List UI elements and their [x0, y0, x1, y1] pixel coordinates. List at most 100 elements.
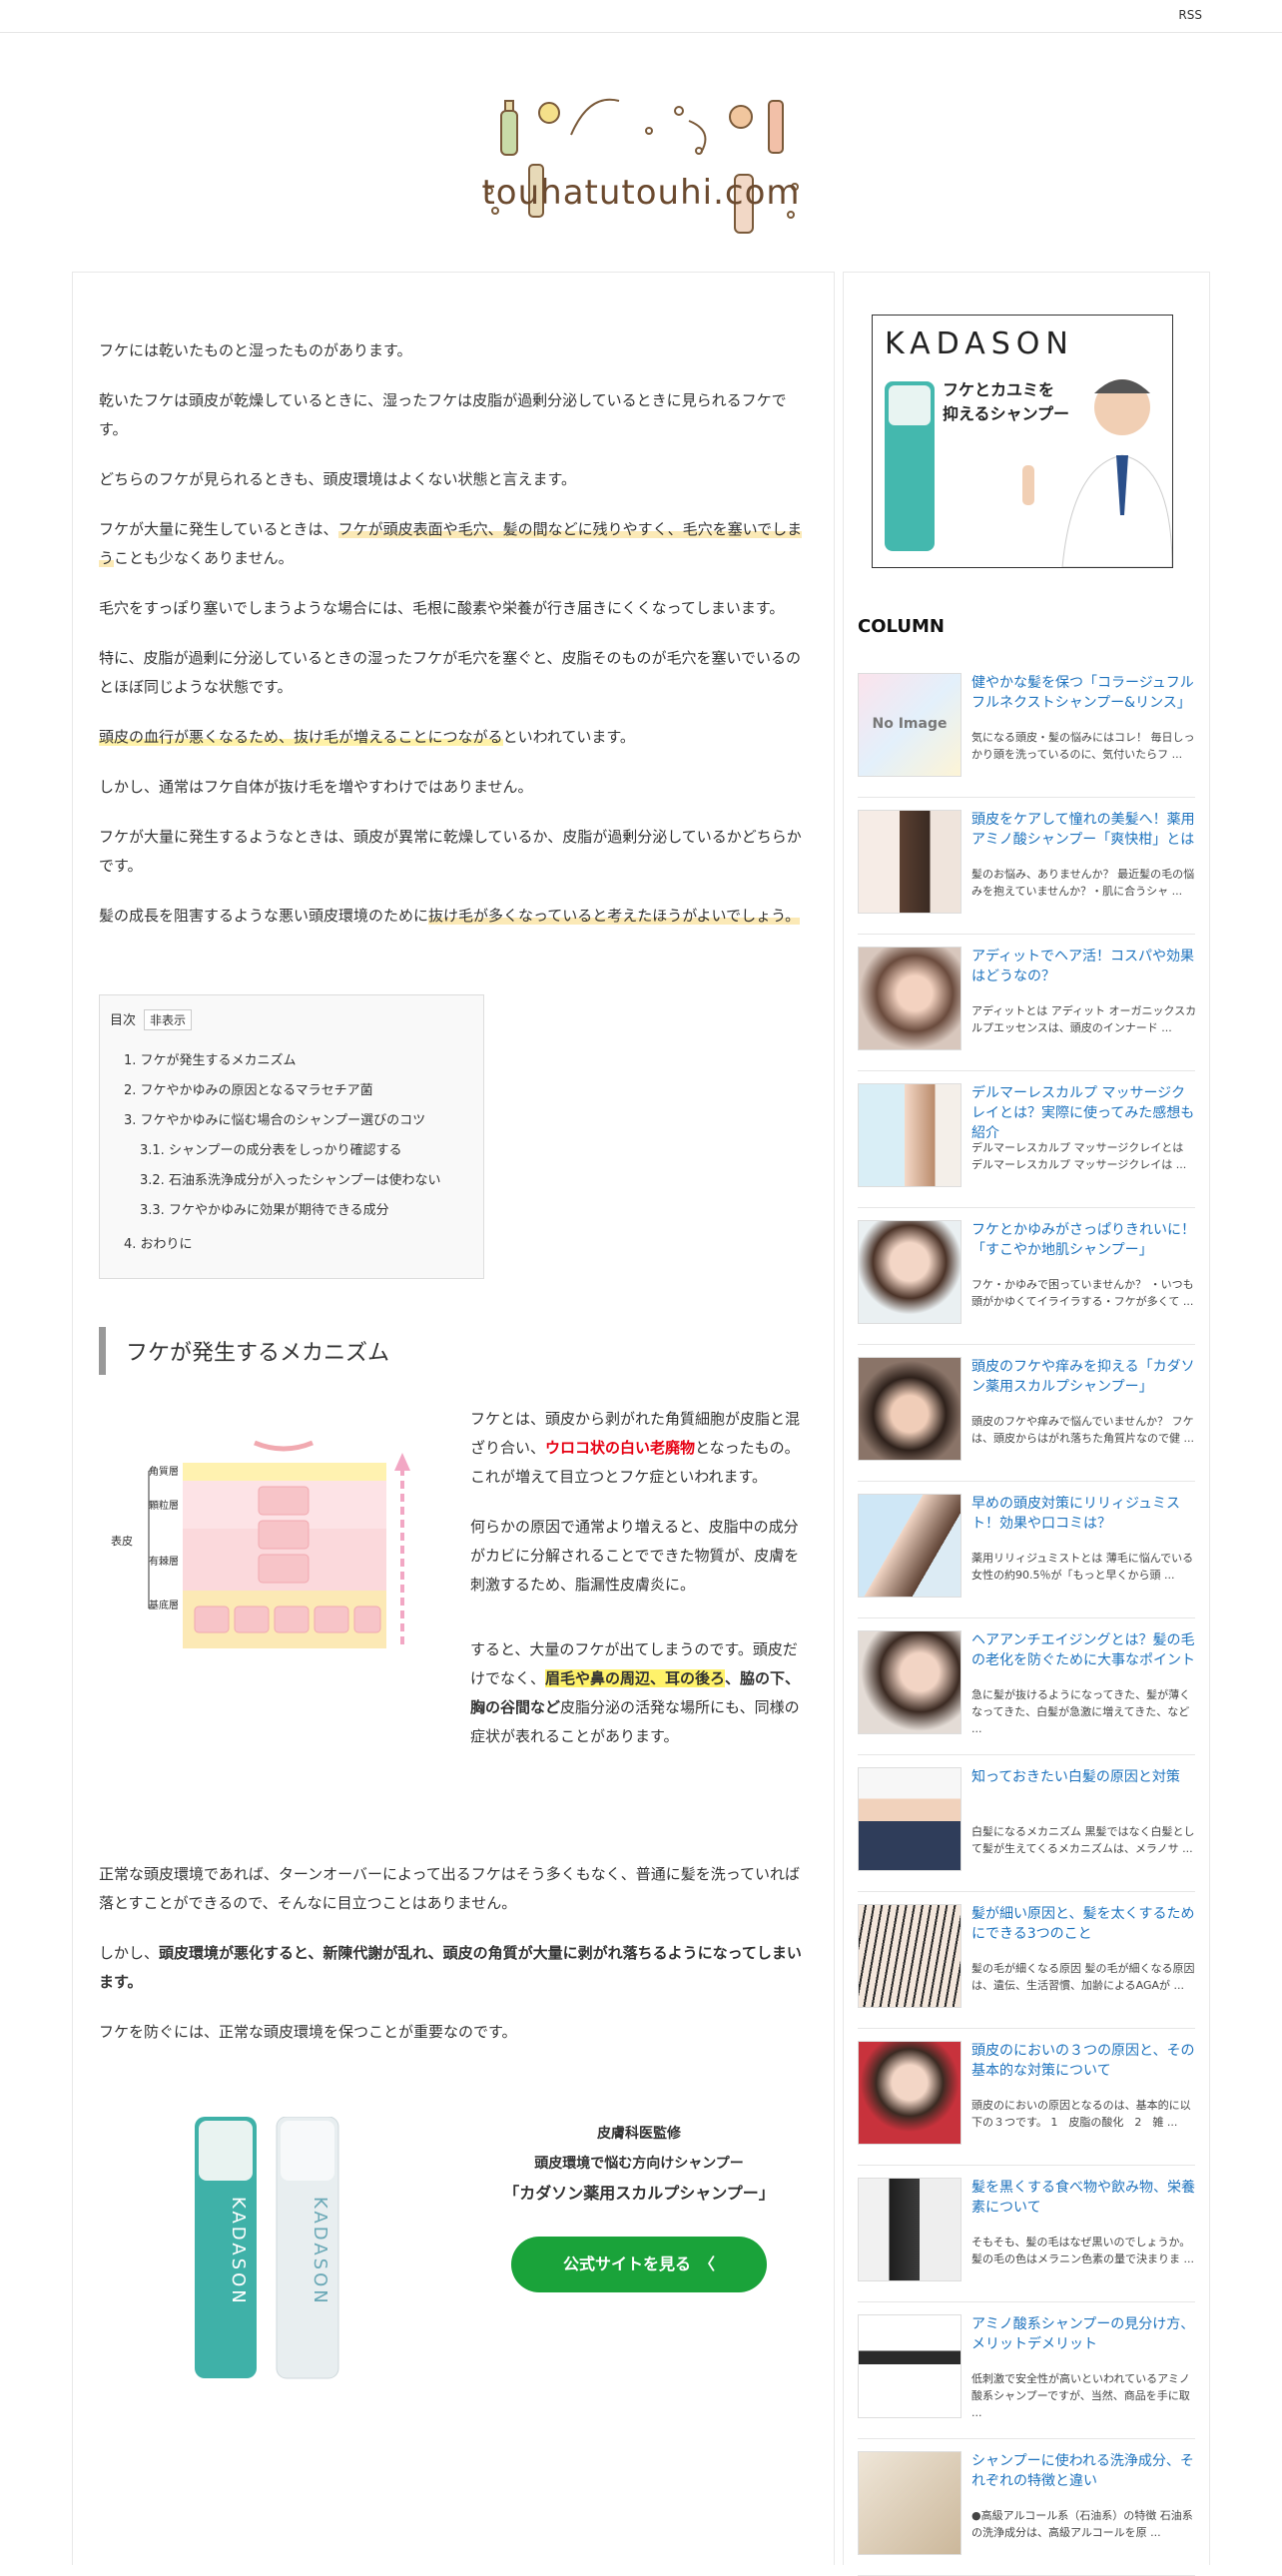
article-thumbnail[interactable] [858, 947, 962, 1050]
article-paragraph: フケには乾いたものと湿ったものがあります。 [99, 341, 412, 359]
section-heading: フケが発生するメカニズム [99, 1327, 804, 1375]
article-thumbnail[interactable] [858, 1220, 962, 1324]
article-thumbnail[interactable] [858, 2041, 962, 2145]
toc-item[interactable]: 3.3. フケやかゆみに効果が期待できる成分 [100, 1196, 483, 1226]
mechanism-text: フケとは、頭皮から剥がれた角質細胞が皮脂と混ざり合い、ウロコ状の白い老廃物となっ… [470, 1405, 806, 1772]
column-item[interactable]: 早めの頭皮対策にリリィジュミスト！効果や口コミは？ 薬用リリィジュミストとは 薄… [858, 1482, 1195, 1618]
column-item-title[interactable]: アミノ酸系シャンプーの見分け方、メリットデメリット [971, 2314, 1197, 2354]
article-paragraph: しかし、頭皮環境が悪化すると、新陳代謝が乱れ、頭皮の角質が大量に剥がれ落ちるよう… [99, 1939, 804, 1997]
column-item-title[interactable]: ヘアアンチエイジングとは？髪の毛の老化を防ぐために大事なポイント [971, 1630, 1197, 1670]
article-thumbnail[interactable] [858, 1357, 962, 1461]
column-item[interactable]: シャンプーに使われる洗浄成分、それぞれの特徴と違い ●高級アルコール系（石油系）… [858, 2439, 1195, 2576]
toc-item[interactable]: 4. おわりに [100, 1230, 483, 1260]
article-thumbnail[interactable] [858, 1083, 962, 1187]
toc-item[interactable]: 3.2. 石油系洗浄成分が入ったシャンプーは使わない [100, 1166, 483, 1196]
article-body: フケには乾いたものと湿ったものがあります。 乾いたフケは頭皮が乾燥しているときに… [73, 273, 834, 2406]
text-run: といわれています。 [502, 728, 635, 746]
bottle-brand: KADASON [228, 2197, 249, 2306]
highlighted-bold-text: 眉毛や鼻の周辺、耳の後ろ [545, 1669, 726, 1687]
column-item[interactable]: デルマーレスカルプ マッサージクレイとは？実際に使ってみた感想も紹介 デルマーレ… [858, 1071, 1195, 1208]
column-item-title[interactable]: アディットでヘア活！コスパや効果はどうなの？ [971, 947, 1197, 986]
toc-header: 目次 非表示 [100, 1009, 483, 1030]
column-item[interactable]: アミノ酸系シャンプーの見分け方、メリットデメリット 低刺激で安全性が高いといわれ… [858, 2302, 1195, 2439]
toc-item[interactable]: 2. フケやかゆみの原因となるマラセチア菌 [100, 1076, 483, 1106]
article-thumbnail[interactable] [858, 810, 962, 914]
official-site-button[interactable]: 公式サイトを見る 〈 [511, 2237, 767, 2292]
column-item-excerpt: 髪のお悩み、ありませんか？ 最近髪の毛の悩みを抱えていませんか？・肌に合うシャ … [971, 868, 1195, 898]
kadason-banner[interactable]: KADASON フケとカユミを 抑えるシャンプー [872, 315, 1173, 568]
toc-item[interactable]: 3.1. シャンプーの成分表をしっかり確認する [100, 1136, 483, 1166]
article-thumbnail[interactable] [858, 1630, 962, 1734]
column-item-title[interactable]: デルマーレスカルプ マッサージクレイとは？実際に使ってみた感想も紹介 [971, 1083, 1197, 1143]
article-paragraph: フケとは、頭皮から剥がれた角質細胞が皮脂と混ざり合い、ウロコ状の白い老廃物となっ… [470, 1405, 806, 1492]
article-paragraph: 髪の成長を阻害するような悪い頭皮環境のために抜け毛が多くなっていると考えたほうが… [99, 902, 804, 931]
text-run: フケが大量に発生しているときは、 [99, 520, 338, 538]
article-thumbnail[interactable] [858, 1494, 962, 1598]
article-paragraph: フケが大量に発生しているときは、フケが頭皮表面や毛穴、髪の間などに残りやすく、毛… [99, 515, 804, 573]
column-item-title[interactable]: 頭皮のフケや痒みを抑える「カダソン薬用スカルプシャンプー」 [971, 1357, 1197, 1397]
page-wrap: フケには乾いたものと湿ったものがあります。 乾いたフケは頭皮が乾燥しているときに… [72, 272, 1210, 2576]
article-thumbnail[interactable] [858, 1767, 962, 1871]
column-item-title[interactable]: フケとかゆみがさっぱりきれいに！「すこやか地肌シャンプー」 [971, 1220, 1197, 1260]
ad-line: 頭皮環境で悩む方向けシャンプー [534, 2156, 744, 2172]
column-item[interactable]: フケとかゆみがさっぱりきれいに！「すこやか地肌シャンプー」 フケ・かゆみで困って… [858, 1208, 1195, 1345]
column-item-title[interactable]: 頭皮をケアして憧れの美髪へ！薬用アミノ酸シャンプー「爽快柑」とは [971, 810, 1197, 850]
article-thumbnail[interactable] [858, 1904, 962, 2008]
toc-list: 1. フケが発生するメカニズム 2. フケやかゆみの原因となるマラセチア菌 3.… [100, 1046, 483, 1260]
article-paragraph: 正常な頭皮環境であれば、ターンオーバーによって出るフケはそう多くもなく、普通に髪… [99, 1865, 801, 1912]
column-item-title[interactable]: 知っておきたい白髪の原因と対策 [971, 1767, 1197, 1787]
column-item-title[interactable]: 髪が細い原因と、髪を太くするためにできる3つのこと [971, 1904, 1197, 1944]
top-bar: RSS [0, 0, 1282, 33]
banner-brand: KADASON [885, 326, 1074, 361]
column-item[interactable]: No Image 健やかな髪を保つ「コラージュフルフルネクストシャンプー&リンス… [858, 661, 1195, 798]
main-content: フケには乾いたものと湿ったものがあります。 乾いたフケは頭皮が乾燥しているときに… [72, 272, 835, 2565]
column-item[interactable]: ヘアアンチエイジングとは？髪の毛の老化を防ぐために大事なポイント 急に髪が抜ける… [858, 1618, 1195, 1755]
article-paragraph: 乾いたフケは頭皮が乾燥しているときに、湿ったフケは皮脂が過剰分泌しているときに見… [99, 391, 787, 438]
table-of-contents: 目次 非表示 1. フケが発生するメカニズム 2. フケやかゆみの原因となるマラセ… [99, 994, 484, 1279]
logo-illustration-icon [485, 98, 799, 234]
toc-toggle-button[interactable]: 非表示 [144, 1009, 193, 1030]
product-bottles-image[interactable]: KADASON KADASON [181, 2117, 380, 2386]
product-ad: KADASON KADASON 皮膚科医監修 頭皮環境で悩む方向けシャンプー 「… [99, 2077, 804, 2406]
column-item-title[interactable]: シャンプーに使われる洗浄成分、それぞれの特徴と違い [971, 2451, 1197, 2491]
banner-image: KADASON フケとカユミを 抑えるシャンプー [885, 326, 1173, 568]
column-item-excerpt: 急に髪が抜けるようになってきた、髪が薄くなってきた、白髪が急激に増えてきた、など… [971, 1688, 1191, 1735]
bottle-brand: KADASON [310, 2197, 330, 2306]
column-item-title[interactable]: 健やかな髪を保つ「コラージュフルフルネクストシャンプー&リンス」 [971, 673, 1197, 713]
layer-label: 角質層 [149, 1465, 179, 1478]
column-item[interactable]: 髪が細い原因と、髪を太くするためにできる3つのこと 髪の毛が細くなる原因 髪の毛… [858, 1892, 1195, 2029]
column-item[interactable]: 頭皮のにおいの３つの原因と、その基本的な対策について 頭皮のにおいの原因となるの… [858, 2029, 1195, 2166]
layer-label: 顆粒層 [149, 1499, 179, 1512]
column-item[interactable]: 髪を黒くする食べ物や飲み物、栄養素について そもそも、髪の毛はなぜ黒いのでしょう… [858, 2166, 1195, 2302]
column-item[interactable]: 知っておきたい白髪の原因と対策 白髪になるメカニズム 黒髪ではなく白髪として髪が… [858, 1755, 1195, 1892]
column-item[interactable]: 頭皮のフケや痒みを抑える「カダソン薬用スカルプシャンプー」 頭皮のフケや痒みで悩… [858, 1345, 1195, 1482]
ad-line: 皮膚科医監修 [597, 2126, 681, 2142]
highlighted-text: 抜け毛が多くなっていると考えたほうがよいでしょう。 [428, 907, 801, 925]
article-thumbnail[interactable] [858, 2451, 962, 2555]
rss-link[interactable]: RSS [1178, 8, 1202, 22]
text-run: しかし、 [99, 1944, 160, 1962]
article-paragraph: 頭皮の血行が悪くなるため、抜け毛が増えることにつながるといわれています。 [99, 723, 804, 752]
toc-item[interactable]: 3. フケやかゆみに悩む場合のシャンプー選びのコツ [100, 1106, 483, 1136]
column-item-excerpt: 髪の毛が細くなる原因 髪の毛が細くなる原因は、遺伝、生活習慣、加齢によるAGAが… [971, 1962, 1195, 1992]
banner-copy: フケとカユミを [943, 380, 1054, 399]
article-thumbnail[interactable] [858, 2178, 962, 2281]
toc-item[interactable]: 1. フケが発生するメカニズム [100, 1046, 483, 1076]
column-item-title[interactable]: 髪を黒くする食べ物や飲み物、栄養素について [971, 2178, 1197, 2218]
column-item-excerpt: 白髪になるメカニズム 黒髪ではなく白髪として髪が生えてくるメカニズムは、メラノサ… [971, 1825, 1195, 1855]
no-image-thumbnail[interactable]: No Image [858, 673, 962, 777]
site-logo[interactable]: touhatutouhi.com [0, 33, 1282, 273]
article-thumbnail[interactable] [858, 2314, 962, 2418]
article-paragraph: フケが大量に発生するようなときは、頭皮が異常に乾燥しているか、皮脂が過剰分泌して… [99, 828, 802, 875]
column-item[interactable]: アディットでヘア活！コスパや効果はどうなの？ アディットとは アディット オーガ… [858, 935, 1197, 1071]
column-item-title[interactable]: 頭皮のにおいの３つの原因と、その基本的な対策について [971, 2041, 1197, 2081]
column-item[interactable]: 頭皮をケアして憧れの美髪へ！薬用アミノ酸シャンプー「爽快柑」とは 髪のお悩み、あ… [858, 798, 1195, 935]
layer-label: 基底層 [149, 1599, 179, 1611]
mechanism-section: 角質層 顆粒層 有棘層 基底層 表皮 フケとは、頭皮から剥がれた角質細胞が皮脂と… [99, 1405, 804, 1860]
emphasis-text: ウロコ状の白い老廃物 [545, 1439, 696, 1457]
article-paragraph: しかし、通常はフケ自体が抜け毛を増やすわけではありません。 [99, 778, 533, 796]
column-item-title[interactable]: 早めの頭皮対策にリリィジュミスト！効果や口コミは？ [971, 1494, 1197, 1534]
article-paragraph: 毛穴をすっぽり塞いでしまうような場合には、毛根に酸素や栄養が行き届きにくくなって… [99, 599, 785, 617]
column-list: No Image 健やかな髪を保つ「コラージュフルフルネクストシャンプー&リンス… [844, 661, 1209, 2576]
column-item-excerpt: デルマーレスカルプ マッサージクレイとは デルマーレスカルプ マッサージクレイは… [971, 1141, 1187, 1171]
